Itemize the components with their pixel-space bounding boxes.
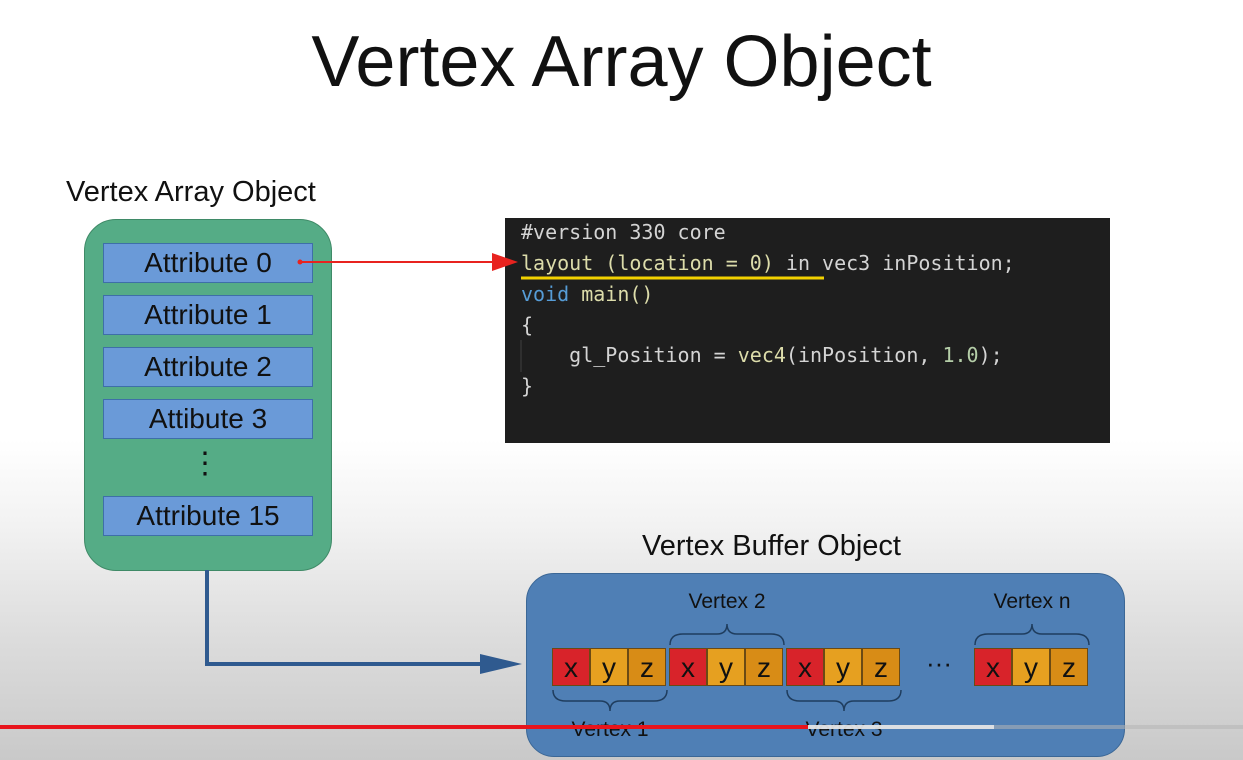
vertex-1-brace	[552, 689, 668, 712]
vao-to-vbo-arrow	[205, 570, 488, 666]
blue-arrowhead	[480, 654, 522, 674]
vertex-2-brace	[669, 623, 785, 646]
arrow-origin-dot	[297, 259, 303, 265]
vertex-3-brace	[786, 689, 902, 712]
video-progress-played[interactable]	[0, 725, 808, 729]
vertex-n-brace	[974, 623, 1090, 646]
red-arrowhead	[492, 253, 518, 271]
diagram-connectors	[205, 253, 1090, 712]
